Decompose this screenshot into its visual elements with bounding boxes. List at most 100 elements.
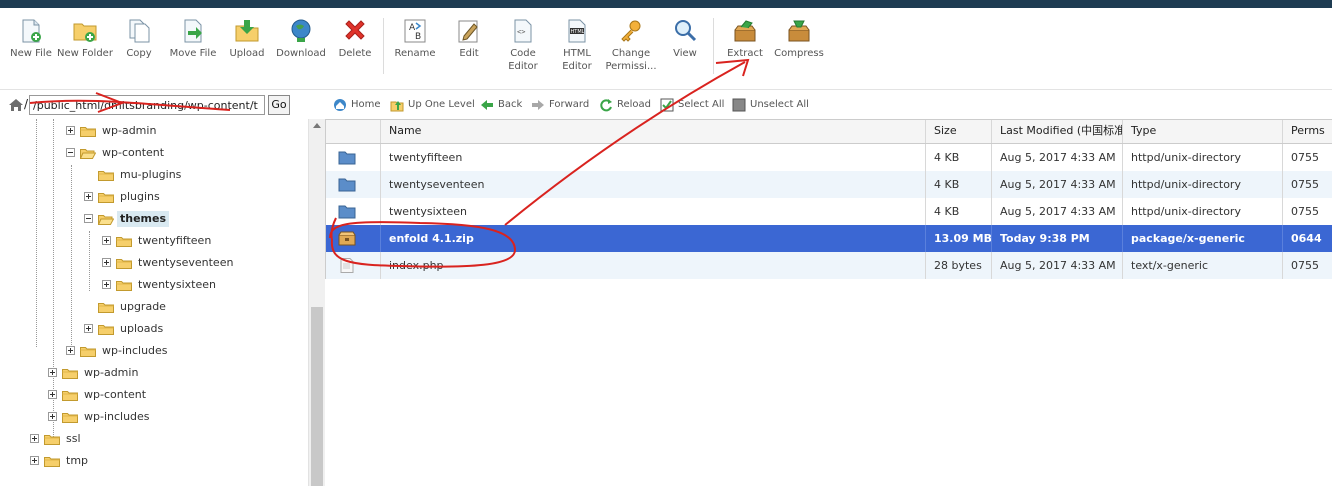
view-button[interactable]: View [656,18,714,60]
forward-label: Forward [549,99,590,110]
header-size[interactable]: Size [926,120,992,143]
navigation-bar: Home Up One Level Back Forward Reload Se… [325,91,1332,119]
header-last-modified[interactable]: Last Modified (中国标准时间) [992,120,1123,143]
view-label: View [673,48,697,59]
copy-button[interactable]: Copy [110,18,168,60]
folder-icon [98,303,114,313]
upload-label: Upload [229,48,265,59]
expand-toggle[interactable] [102,236,111,245]
file-name: twentyfifteen [381,144,926,171]
row-icon-cell [326,171,381,198]
folder-icon [116,281,132,291]
reload-label: Reload [617,99,652,110]
tree-node-label: wp-admin [102,124,157,137]
toolbar: New File New Folder Copy Move File Uploa… [0,8,1332,90]
select-all-label: Select All [678,99,725,110]
folder-icon [44,435,60,445]
html-editor-button[interactable]: HTML HTML Editor [548,18,606,73]
home-icon [334,99,346,111]
change-permissions-button[interactable]: Change Permissi... [602,18,660,73]
code-editor-button[interactable]: <> Code Editor [494,18,552,73]
extract-button[interactable]: Extract [716,18,774,60]
expand-toggle[interactable] [48,368,57,377]
scroll-thumb[interactable] [311,307,323,486]
delete-button[interactable]: Delete [326,18,384,60]
checkbox-empty-icon [732,98,746,112]
expand-toggle[interactable] [30,456,39,465]
file-perms: 0755 [1291,205,1319,218]
new-file-label: New File [10,48,52,59]
expand-toggle[interactable] [30,434,39,443]
toolbar-separator [713,18,714,74]
new-folder-button[interactable]: New Folder [56,18,114,60]
tree-guide [71,165,72,353]
folder-icon [62,413,78,423]
unselect-all-label: Unselect All [750,99,809,110]
checkbox-checked-icon [660,98,674,112]
tree-node-label: twentyseventeen [138,256,234,269]
collapse-toggle[interactable] [66,148,75,157]
header-perms[interactable]: Perms [1283,120,1332,143]
expand-toggle[interactable] [102,258,111,267]
change-permissions-label: Change Permissi... [605,48,657,72]
root-slash: / [24,97,29,111]
expand-toggle[interactable] [66,346,75,355]
file-size: 4 KB [926,144,992,171]
copy-icon [129,19,150,43]
tree-node-label: tmp [66,454,89,467]
expand-toggle[interactable] [102,280,111,289]
table-row[interactable]: twentysixteen 4 KB Aug 5, 2017 4:33 AM h… [326,198,1332,225]
key-icon [621,20,641,42]
copy-label: Copy [126,48,152,59]
file-size: 28 bytes [926,252,992,279]
compress-button[interactable]: Compress [770,18,828,60]
directory-icon [338,151,356,165]
up-one-level-label: Up One Level [408,99,475,110]
row-icon-cell [326,198,381,225]
folder-tree: wp-admin wp-content mu-plugins plugins t… [0,119,308,486]
compress-label: Compress [774,48,824,59]
file-name: index.php [381,252,926,279]
path-input[interactable] [29,95,265,115]
upload-button[interactable]: Upload [218,18,276,60]
download-button[interactable]: Download [272,18,330,60]
rename-button[interactable]: AB Rename [386,18,444,60]
table-row[interactable]: index.php 28 bytes Aug 5, 2017 4:33 AM t… [326,252,1332,279]
compress-icon [788,20,810,42]
tree-node-label: wp-includes [102,344,168,357]
edit-button[interactable]: Edit [440,18,498,60]
file-name: twentyseventeen [381,171,926,198]
scroll-up-arrow-icon[interactable] [313,123,321,128]
expand-toggle[interactable] [66,126,75,135]
back-arrow-icon [481,100,493,110]
tree-node-label: twentysixteen [138,278,216,291]
expand-toggle[interactable] [84,324,93,333]
tree-node-label: plugins [120,190,160,203]
table-row[interactable]: twentyseventeen 4 KB Aug 5, 2017 4:33 AM… [326,171,1332,198]
code-editor-icon: <> [514,19,532,43]
archive-icon [338,231,356,246]
download-icon [291,19,311,42]
new-file-button[interactable]: New File [2,18,60,60]
move-file-button[interactable]: Move File [164,18,222,60]
header-type[interactable]: Type [1123,120,1283,143]
new-file-icon [22,19,41,43]
tree-scrollbar[interactable] [308,119,325,486]
expand-toggle[interactable] [48,390,57,399]
folder-icon [62,369,78,379]
go-button[interactable]: Go [268,95,290,115]
collapse-toggle[interactable] [84,214,93,223]
tree-node-label: ssl [66,432,81,445]
table-row-selected[interactable]: enfold 4.1.zip 13.09 MB Today 9:38 PM pa… [326,225,1332,252]
home-label: Home [351,99,381,110]
folder-icon [116,259,132,269]
table-row[interactable]: twentyfifteen 4 KB Aug 5, 2017 4:33 AM h… [326,144,1332,171]
expand-toggle[interactable] [84,192,93,201]
expand-toggle[interactable] [48,412,57,421]
header-name[interactable]: Name [381,120,926,143]
folder-icon [116,237,132,247]
back-label: Back [498,99,523,110]
file-type: httpd/unix-directory [1123,171,1283,198]
move-file-label: Move File [169,48,217,59]
home-icon[interactable] [8,98,24,112]
